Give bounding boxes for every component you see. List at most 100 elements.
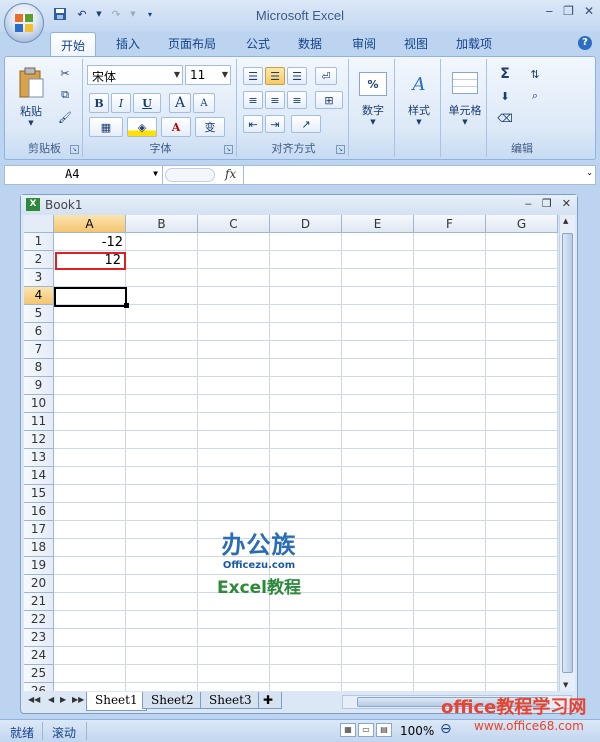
column-header-e[interactable]: E	[342, 215, 414, 233]
row-header-2[interactable]: 2	[24, 251, 54, 269]
fill-color-button[interactable]: ◈	[127, 117, 157, 137]
find-select-icon[interactable]: ⌕	[521, 87, 549, 105]
copy-icon[interactable]: ⧉	[57, 87, 73, 103]
cells-button[interactable]: 单元格 ▼	[445, 63, 485, 135]
wrap-text-button[interactable]: ⏎	[315, 67, 337, 85]
formula-bar-splitter[interactable]	[165, 168, 215, 182]
row-header-16[interactable]: 16	[24, 503, 54, 521]
number-format-button[interactable]: % 数字 ▼	[353, 63, 393, 135]
column-header-d[interactable]: D	[270, 215, 342, 233]
row-header-8[interactable]: 8	[24, 359, 54, 377]
zoom-out-icon[interactable]: ⊖	[440, 721, 452, 737]
fill-handle[interactable]	[124, 303, 129, 308]
name-box[interactable]: A4 ▼	[5, 166, 163, 184]
format-painter-icon[interactable]: 🖌	[57, 109, 73, 125]
row-header-26[interactable]: 26	[24, 683, 54, 691]
paste-button[interactable]: 粘贴 ▼	[11, 63, 51, 131]
tab-view[interactable]: 视图	[404, 35, 428, 52]
last-sheet-icon[interactable]: ▶▶	[72, 695, 84, 704]
row-header-21[interactable]: 21	[24, 593, 54, 611]
font-color-button[interactable]: A	[161, 117, 191, 137]
tab-home[interactable]: 开始	[50, 32, 97, 57]
row-header-3[interactable]: 3	[24, 269, 54, 287]
zoom-level[interactable]: 100%	[400, 724, 434, 738]
tab-formulas[interactable]: 公式	[246, 35, 270, 52]
sort-filter-icon[interactable]: ⇅	[521, 65, 549, 83]
tab-review[interactable]: 审阅	[352, 35, 376, 52]
tab-data[interactable]: 数据	[298, 35, 322, 52]
sheet-tab-sheet1[interactable]: Sheet1	[86, 692, 147, 711]
clear-icon[interactable]: ⌫	[493, 109, 517, 127]
autosum-button[interactable]: Σ	[493, 65, 517, 83]
row-header-18[interactable]: 18	[24, 539, 54, 557]
first-sheet-icon[interactable]: ◀◀	[28, 695, 40, 704]
column-header-a[interactable]: A	[54, 215, 126, 233]
page-break-view-icon[interactable]: ▤	[376, 723, 392, 737]
tab-insert[interactable]: 插入	[116, 35, 140, 52]
sheet-tab-sheet3[interactable]: Sheet3	[200, 692, 261, 709]
help-icon[interactable]: ?	[578, 36, 592, 50]
row-header-13[interactable]: 13	[24, 449, 54, 467]
decrease-indent-button[interactable]: ⇤	[243, 115, 263, 133]
row-header-11[interactable]: 11	[24, 413, 54, 431]
minimize-icon[interactable]: ‒	[525, 197, 532, 210]
cell-a1[interactable]: -12	[55, 234, 126, 252]
column-header-c[interactable]: C	[198, 215, 270, 233]
font-name-combo[interactable]: 宋体 ▼	[87, 65, 183, 85]
tab-addins[interactable]: 加载项	[456, 35, 492, 52]
row-header-1[interactable]: 1	[24, 233, 54, 251]
row-header-19[interactable]: 19	[24, 557, 54, 575]
column-header-b[interactable]: B	[126, 215, 198, 233]
insert-sheet-icon[interactable]: ✚	[258, 692, 282, 709]
next-sheet-icon[interactable]: ▶	[60, 695, 66, 704]
font-launcher-icon[interactable]: ↘	[224, 145, 233, 154]
page-layout-view-icon[interactable]: ▭	[358, 723, 374, 737]
row-header-25[interactable]: 25	[24, 665, 54, 683]
font-size-combo[interactable]: 11 ▼	[185, 65, 231, 85]
border-button[interactable]: ▦	[89, 117, 123, 137]
italic-button[interactable]: I	[111, 93, 131, 113]
office-button[interactable]	[4, 3, 44, 43]
row-header-23[interactable]: 23	[24, 629, 54, 647]
underline-button[interactable]: U	[133, 93, 161, 113]
expand-formula-bar-icon[interactable]: ⌄	[586, 168, 593, 177]
prev-sheet-icon[interactable]: ◀	[48, 695, 54, 704]
row-header-5[interactable]: 5	[24, 305, 54, 323]
vertical-scroll-thumb[interactable]	[562, 233, 573, 673]
row-header-17[interactable]: 17	[24, 521, 54, 539]
styles-button[interactable]: A 样式 ▼	[399, 63, 439, 135]
alignment-launcher-icon[interactable]: ↘	[336, 145, 345, 154]
row-header-15[interactable]: 15	[24, 485, 54, 503]
align-left-button[interactable]: ≡	[243, 91, 263, 109]
row-header-9[interactable]: 9	[24, 377, 54, 395]
cut-icon[interactable]: ✂	[57, 65, 73, 81]
row-header-20[interactable]: 20	[24, 575, 54, 593]
merge-center-button[interactable]: ⊞	[315, 91, 343, 109]
insert-function-button[interactable]: fx	[225, 167, 236, 181]
shrink-font-button[interactable]: A	[193, 93, 215, 113]
column-header-f[interactable]: F	[414, 215, 486, 233]
vertical-scrollbar[interactable]: ▲ ▼	[559, 215, 575, 691]
restore-icon[interactable]: ❐	[563, 4, 574, 18]
scroll-down-icon[interactable]: ▼	[563, 681, 568, 689]
row-header-10[interactable]: 10	[24, 395, 54, 413]
tab-page-layout[interactable]: 页面布局	[168, 35, 216, 52]
column-header-g[interactable]: G	[486, 215, 558, 233]
active-cell-a4[interactable]	[54, 287, 127, 307]
row-header-22[interactable]: 22	[24, 611, 54, 629]
row-header-24[interactable]: 24	[24, 647, 54, 665]
align-top-button[interactable]: ☰	[243, 67, 263, 85]
fill-icon[interactable]: ⬇	[493, 87, 517, 105]
minimize-icon[interactable]: ‒	[546, 4, 554, 18]
close-icon[interactable]: ✕	[584, 4, 594, 18]
cell-a2[interactable]: 12	[55, 252, 126, 270]
row-header-12[interactable]: 12	[24, 431, 54, 449]
row-header-14[interactable]: 14	[24, 467, 54, 485]
sheet-tab-sheet2[interactable]: Sheet2	[142, 692, 203, 709]
spreadsheet-grid[interactable]: ABCDEFG 1 2 3 4 5 6 7 8 9 10 11 12 13 14 15 16 17 18 19 20 2…	[24, 215, 558, 691]
bold-button[interactable]: B	[89, 93, 109, 113]
phonetic-button[interactable]: 变	[195, 117, 225, 137]
select-all-corner[interactable]	[24, 215, 54, 233]
align-bottom-button[interactable]: ☰	[287, 67, 307, 85]
align-right-button[interactable]: ≡	[287, 91, 307, 109]
